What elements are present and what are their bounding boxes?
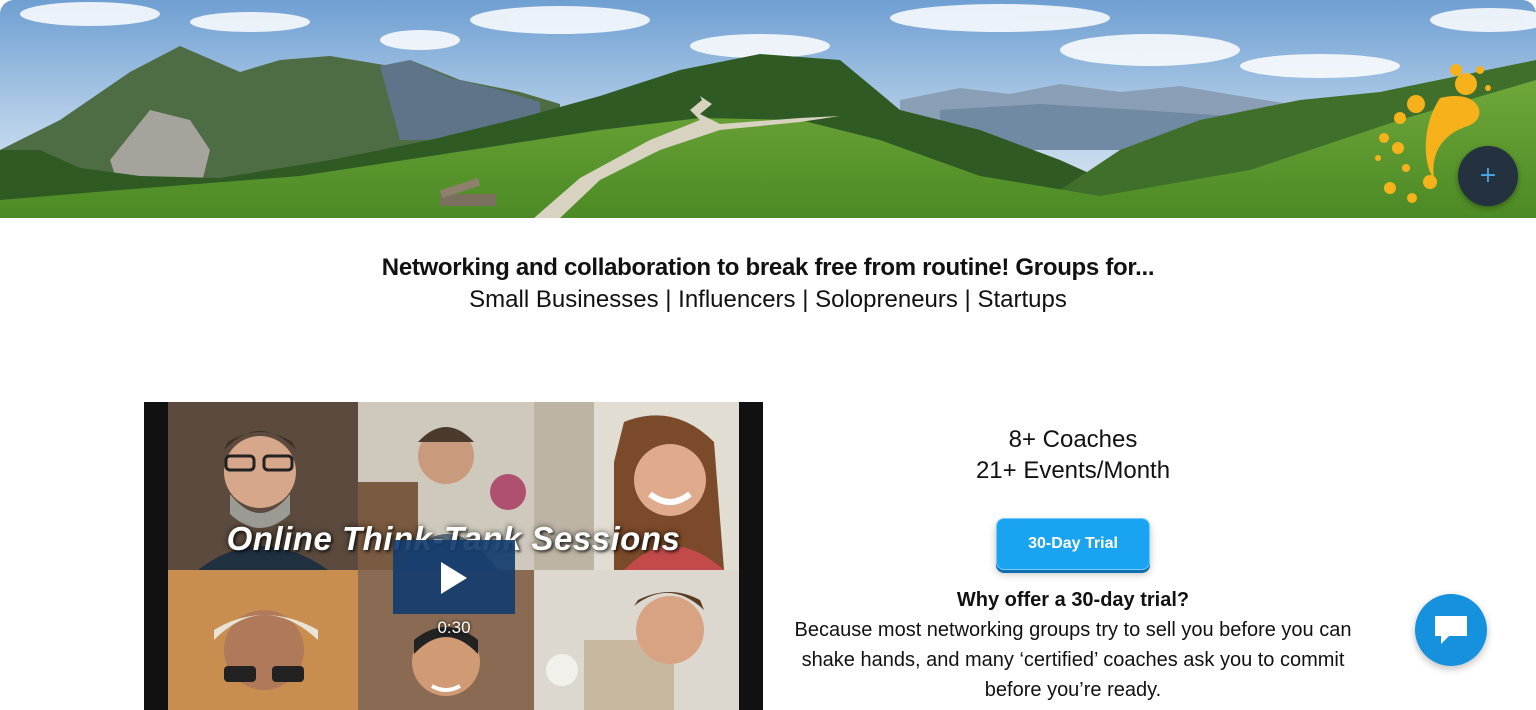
video-tile-participant-6 (534, 570, 739, 710)
chat-button[interactable] (1415, 594, 1487, 666)
page: + Networking and collaboration to break … (0, 0, 1536, 710)
coaches-stat: 8+ Coaches (1008, 426, 1138, 453)
why-trial-text: Because most networking groups try to se… (794, 619, 1352, 701)
play-button[interactable] (393, 540, 515, 614)
audiences-line: Small Businesses | Influencers | Solopre… (469, 286, 1067, 313)
why-trial-heading: Why offer a 30-day trial? (956, 589, 1190, 611)
add-button[interactable]: + (1458, 146, 1518, 206)
info-panel: 8+ Coaches 21+ Events/Month 30-Day Trial… (783, 424, 1363, 705)
video-tile-participant-4 (168, 570, 358, 710)
tagline: Networking and collaboration to break fr… (0, 254, 1536, 314)
video-duration: 0:30 (437, 618, 471, 637)
video-player[interactable]: Online Think-Tank Sessions 0:30 (144, 402, 763, 710)
headline: Networking and collaboration to break fr… (381, 254, 1155, 281)
play-icon (441, 562, 467, 594)
chat-bubble-icon (1435, 616, 1467, 644)
trial-button[interactable]: 30-Day Trial (996, 518, 1150, 570)
events-stat: 21+ Events/Month (975, 457, 1171, 484)
hero-banner: + (0, 0, 1536, 218)
hero-landscape-image (0, 0, 1536, 218)
